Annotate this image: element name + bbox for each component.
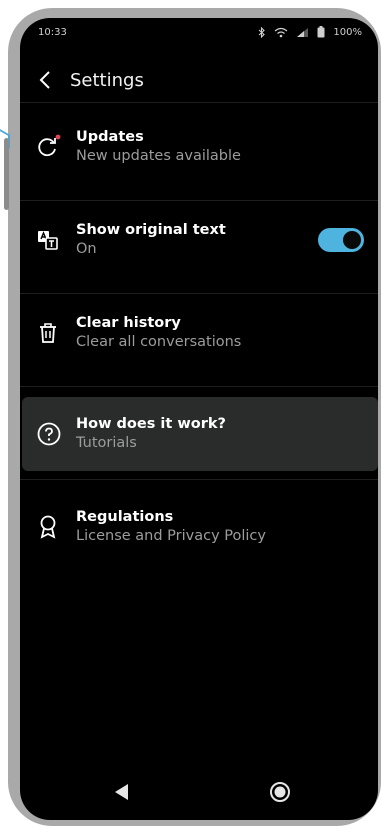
battery-icon bbox=[317, 26, 325, 38]
settings-item-regulations[interactable]: Regulations License and Privacy Policy bbox=[20, 490, 378, 564]
settings-item-how-does-it-work[interactable]: How does it work? Tutorials bbox=[22, 397, 378, 471]
toggle-knob bbox=[343, 231, 361, 249]
row-title: Regulations bbox=[76, 509, 174, 525]
status-time: 10:33 bbox=[38, 26, 67, 38]
row-icon-container bbox=[20, 110, 76, 184]
settings-item-show-original-text[interactable]: Show original text On bbox=[20, 203, 378, 277]
system-nav-bar bbox=[20, 764, 378, 820]
notification-badge bbox=[55, 134, 61, 140]
row-icon-container bbox=[20, 490, 76, 564]
bluetooth-icon bbox=[259, 26, 266, 38]
chevron-left-icon bbox=[39, 71, 50, 89]
divider bbox=[20, 479, 378, 480]
row-text: Show original text On bbox=[76, 221, 318, 259]
row-subtitle: Tutorials bbox=[76, 435, 137, 451]
translate-icon bbox=[38, 231, 58, 250]
page-title: Settings bbox=[70, 69, 144, 91]
row-title: Clear history bbox=[76, 315, 181, 331]
divider bbox=[20, 293, 378, 294]
row-subtitle: On bbox=[76, 241, 97, 257]
row-subtitle: License and Privacy Policy bbox=[76, 528, 266, 544]
row-text: Clear history Clear all conversations bbox=[76, 314, 378, 352]
row-icon-container bbox=[22, 397, 76, 471]
nav-back-icon[interactable] bbox=[112, 782, 132, 802]
row-icon-container bbox=[20, 203, 76, 277]
show-original-text-toggle[interactable] bbox=[318, 228, 364, 252]
row-subtitle: Clear all conversations bbox=[76, 334, 242, 350]
row-title: Show original text bbox=[76, 222, 226, 238]
row-subtitle: New updates available bbox=[76, 148, 241, 164]
help-circle-icon bbox=[37, 422, 61, 446]
page: 10:33 100% Settings Updates New updates … bbox=[0, 0, 383, 829]
row-title: Updates bbox=[76, 129, 144, 145]
signal-icon bbox=[297, 27, 309, 37]
phone-screen: 10:33 100% Settings Updates New updates … bbox=[20, 18, 378, 820]
side-volume-button[interactable] bbox=[4, 138, 9, 210]
row-text: Updates New updates available bbox=[76, 128, 378, 166]
row-text: Regulations License and Privacy Policy bbox=[76, 508, 378, 546]
settings-item-updates[interactable]: Updates New updates available bbox=[20, 110, 378, 184]
refresh-icon bbox=[38, 134, 61, 157]
status-icons: 100% bbox=[258, 26, 362, 38]
app-bar: Settings bbox=[20, 58, 378, 102]
divider bbox=[20, 200, 378, 201]
row-text: How does it work? Tutorials bbox=[76, 415, 378, 453]
row-title: How does it work? bbox=[76, 416, 226, 432]
award-icon bbox=[40, 515, 56, 539]
divider bbox=[20, 102, 378, 103]
row-icon-container bbox=[20, 296, 76, 370]
status-bar: 10:33 100% bbox=[20, 18, 378, 46]
wifi-icon bbox=[275, 27, 288, 37]
nav-home-icon[interactable] bbox=[268, 780, 292, 804]
trash-icon bbox=[40, 323, 56, 343]
settings-item-clear-history[interactable]: Clear history Clear all conversations bbox=[20, 296, 378, 370]
divider bbox=[20, 386, 378, 387]
battery-percent: 100% bbox=[333, 26, 362, 38]
back-button[interactable] bbox=[20, 58, 70, 102]
